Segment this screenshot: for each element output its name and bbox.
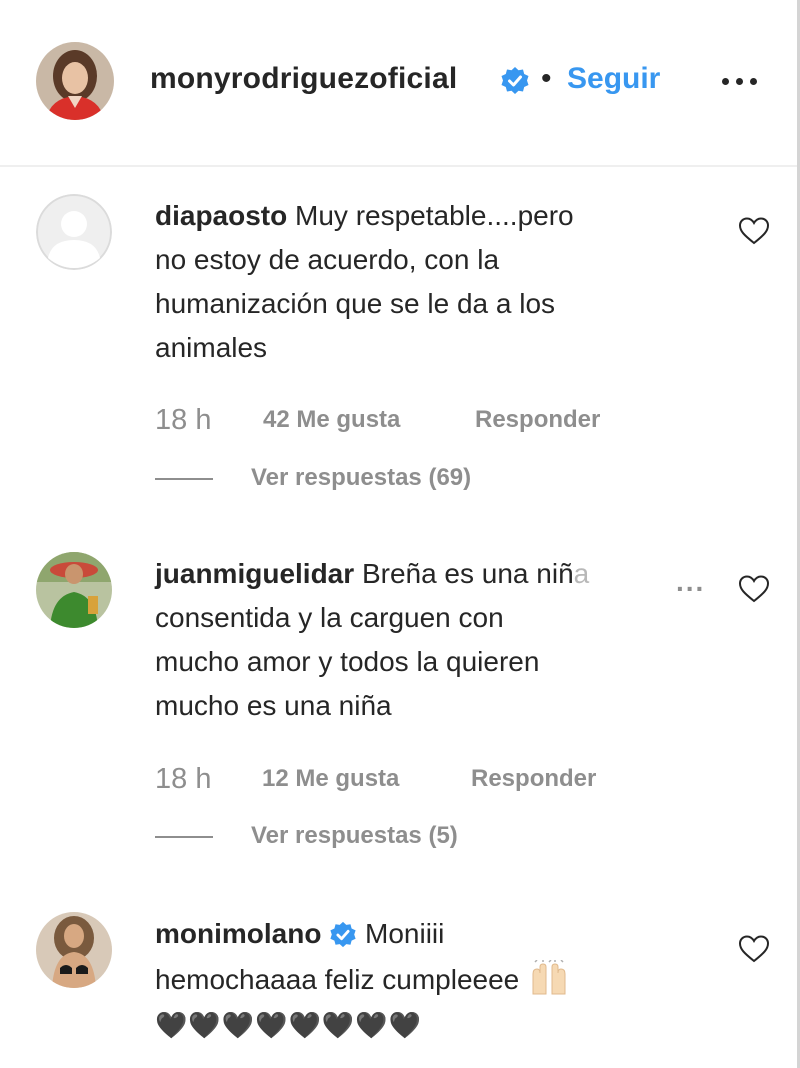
comment-body: diapaosto Muy respetable....pero no esto… (155, 194, 715, 370)
comment-likes[interactable]: 12 Me gusta (262, 765, 399, 793)
reply-button[interactable]: Responder (475, 406, 600, 434)
comment-text-line: consentida y la carguen con (155, 602, 504, 633)
replies-divider-line (155, 477, 213, 480)
comment-username[interactable]: juanmiguelidar (155, 558, 354, 589)
view-replies-button[interactable]: Ver respuestas (69) (155, 464, 471, 492)
comment-body: monimolano Moniiii hemochaaaa feliz cump… (155, 912, 715, 1047)
like-heart-icon[interactable] (738, 934, 770, 964)
comment-body: juanmiguelidar Breña es una niña consent… (155, 552, 715, 728)
comment-username[interactable]: monimolano (155, 918, 321, 949)
owner-avatar[interactable] (36, 42, 114, 120)
view-replies-button[interactable]: Ver respuestas (5) (155, 822, 458, 850)
comment-likes[interactable]: 42 Me gusta (263, 406, 400, 434)
verified-badge-icon (500, 66, 530, 96)
comment-text-line: mucho es una niña (155, 690, 392, 721)
comment-meta: 18 h 42 Me gusta Responder (155, 404, 600, 437)
comment-text-line: hemochaaaa feliz cumpleeee (155, 963, 520, 995)
owner-username[interactable]: monyrodriguezoficial (150, 62, 457, 96)
expand-comment-button[interactable]: ... (676, 566, 705, 598)
more-options-icon[interactable] (720, 62, 760, 98)
comment-text-line: mucho amor y todos la quieren (155, 646, 540, 677)
view-replies-label: Ver respuestas (5) (251, 822, 458, 849)
like-heart-icon[interactable] (738, 574, 770, 604)
raising-hands-emoji-icon (527, 959, 571, 1003)
comment-time[interactable]: 18 h (155, 763, 211, 795)
comment-meta: 18 h 12 Me gusta Responder (155, 763, 596, 796)
replies-divider-line (155, 835, 213, 838)
reply-button[interactable]: Responder (471, 765, 596, 793)
commenter-avatar[interactable] (36, 194, 112, 270)
separator-dot: • (541, 62, 552, 95)
comment-text-line: Breña es una niñ (361, 558, 574, 589)
comment-time[interactable]: 18 h (155, 404, 211, 436)
view-replies-label: Ver respuestas (69) (251, 464, 472, 491)
black-hearts-emoji: 🖤🖤🖤🖤🖤🖤🖤🖤 (155, 1010, 422, 1041)
commenter-avatar[interactable] (36, 912, 112, 988)
comment-text-line: animales (155, 332, 268, 363)
comment-text-line: humanización que se le da a los (155, 288, 556, 319)
commenter-avatar[interactable] (36, 552, 112, 628)
comment-text-line: no estoy de acuerdo, con la (155, 244, 500, 275)
post-header: monyrodriguezoficial • Seguir (0, 0, 797, 167)
comment-text-line: Muy respetable....pero (295, 200, 574, 231)
comment-text-line: Moniiii (365, 918, 445, 949)
comment-text-fade: a (573, 558, 590, 589)
like-heart-icon[interactable] (738, 216, 770, 246)
verified-badge-icon (329, 914, 357, 958)
follow-button[interactable]: Seguir (567, 62, 660, 96)
comment-username[interactable]: diapaosto (155, 200, 287, 231)
